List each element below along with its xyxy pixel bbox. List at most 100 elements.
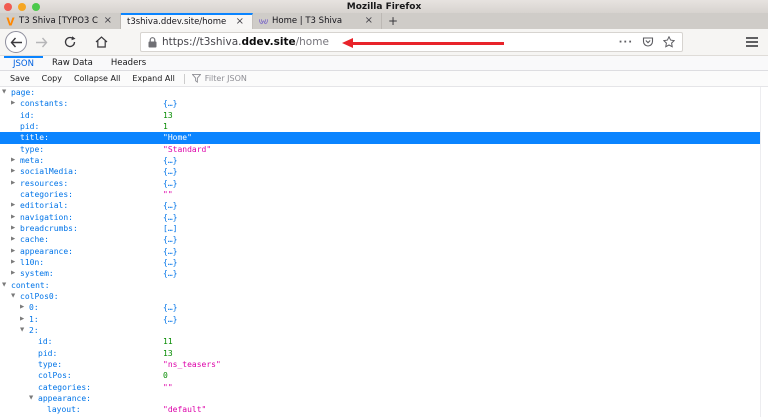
json-tree-row[interactable]: ▼ page: <box>0 87 768 98</box>
twisty-icon[interactable]: ▶ <box>11 246 15 258</box>
twisty-icon[interactable]: ▼ <box>2 87 6 99</box>
json-tree-row[interactable]: ▶ l10n: {…} <box>0 257 768 268</box>
json-tree-row[interactable]: ▶ breadcrumbs: […] <box>0 223 768 234</box>
twisty-icon[interactable]: ▶ <box>11 155 15 167</box>
twisty-icon[interactable]: ▶ <box>20 314 24 326</box>
reload-button[interactable] <box>59 31 81 53</box>
twisty-icon[interactable]: ▶ <box>11 178 15 190</box>
json-tree-row[interactable]: pid: 1 <box>0 121 768 132</box>
json-tree-row[interactable]: categories: "" <box>0 189 768 200</box>
json-tree-row[interactable]: ▼ colPos0: <box>0 291 768 302</box>
twisty-icon[interactable]: ▶ <box>11 98 15 110</box>
twisty-icon[interactable]: ▶ <box>11 212 15 224</box>
twisty-icon[interactable]: ▶ <box>11 200 15 212</box>
forward-arrow-icon <box>35 37 48 48</box>
tab-close-icon[interactable]: × <box>234 17 246 27</box>
json-tree-row[interactable]: type: "ns_teasers" <box>0 359 768 370</box>
json-value: {…} <box>163 268 177 280</box>
browser-tab-home-frontend[interactable]: Home | T3 Shiva × <box>253 13 382 29</box>
json-value: 13 <box>163 348 173 360</box>
json-tree-row[interactable]: title: "Home" <box>0 132 760 143</box>
json-tree-row[interactable]: id: 11 <box>0 336 768 347</box>
json-key: 2: <box>29 326 39 335</box>
json-tree-row[interactable]: ▶ cache: {…} <box>0 234 768 245</box>
twisty-icon[interactable]: ▶ <box>20 302 24 314</box>
json-tree-row[interactable]: categories: "" <box>0 382 768 393</box>
json-key: id: <box>38 337 52 346</box>
json-key: appearance: <box>20 247 73 256</box>
vertical-scrollbar[interactable] <box>760 87 768 417</box>
json-tree-row[interactable]: ▶ editorial: {…} <box>0 200 768 211</box>
json-value: {…} <box>163 200 177 212</box>
json-key: navigation: <box>20 213 73 222</box>
json-tree-row[interactable]: ▶ 0: {…} <box>0 302 768 313</box>
reload-icon <box>64 36 76 48</box>
pocket-icon[interactable] <box>642 36 654 48</box>
browser-tab-json-home[interactable]: t3shiva.ddev.site/home × <box>121 13 253 29</box>
twisty-icon[interactable]: ▼ <box>11 291 15 303</box>
tab-close-icon[interactable]: × <box>102 16 114 26</box>
twisty-icon[interactable]: ▼ <box>29 393 33 405</box>
json-tree-row[interactable]: ▼ content: <box>0 280 768 291</box>
json-tree-row[interactable]: ▶ resources: {…} <box>0 178 768 189</box>
json-tree-row[interactable]: type: "Standard" <box>0 144 768 155</box>
json-tree-row[interactable]: ▶ navigation: {…} <box>0 212 768 223</box>
twisty-icon[interactable]: ▶ <box>11 234 15 246</box>
json-tree-row[interactable]: ▶ appearance: {…} <box>0 246 768 257</box>
json-key: id: <box>20 111 34 120</box>
tab-title: Home | T3 Shiva <box>272 16 359 26</box>
json-tree-row[interactable]: ▶ socialMedia: {…} <box>0 166 768 177</box>
json-key: constants: <box>20 99 68 108</box>
json-value: "" <box>163 189 173 201</box>
json-tree-row[interactable]: ▶ meta: {…} <box>0 155 768 166</box>
json-tree-row[interactable]: pid: 13 <box>0 348 768 359</box>
browser-tab-typo3-backend[interactable]: T3 Shiva [TYPO3 CMS 10 × <box>0 13 121 29</box>
json-tree-row[interactable]: ▶ 1: {…} <box>0 314 768 325</box>
twisty-icon[interactable]: ▼ <box>2 280 6 292</box>
home-icon <box>95 36 108 48</box>
filter-json-input[interactable] <box>205 74 355 83</box>
page-actions-icon[interactable]: ··· <box>619 37 633 48</box>
t3shiva-favicon-icon <box>259 17 268 26</box>
save-button[interactable]: Save <box>4 74 36 83</box>
json-key: categories: <box>20 190 73 199</box>
new-tab-button[interactable]: + <box>382 13 404 29</box>
json-tree-row[interactable]: colPos: 0 <box>0 370 768 381</box>
tab-raw-data[interactable]: Raw Data <box>43 56 102 70</box>
json-tree-row[interactable]: ▼ 2: <box>0 325 768 336</box>
forward-button[interactable] <box>30 31 52 53</box>
json-tree-row[interactable]: ▶ system: {…} <box>0 268 768 279</box>
json-key: meta: <box>20 156 44 165</box>
json-value: {…} <box>163 314 177 326</box>
json-key: resources: <box>20 179 68 188</box>
tab-headers[interactable]: Headers <box>102 56 155 70</box>
json-tree-row[interactable]: ▶ constants: {…} <box>0 98 768 109</box>
json-key: editorial: <box>20 201 68 210</box>
home-button[interactable] <box>90 31 112 53</box>
json-tree-row[interactable]: layout: "default" <box>0 404 768 415</box>
json-key: type: <box>20 145 44 154</box>
tab-json[interactable]: JSON <box>4 56 43 70</box>
json-key: title: <box>20 133 49 142</box>
json-tree-row[interactable]: ▼ appearance: <box>0 393 768 404</box>
hamburger-menu-button[interactable] <box>742 32 762 52</box>
tab-title: t3shiva.ddev.site/home <box>127 17 230 27</box>
twisty-icon[interactable]: ▼ <box>20 325 24 337</box>
copy-button[interactable]: Copy <box>36 74 68 83</box>
json-value: "Home" <box>163 132 192 144</box>
json-key: cache: <box>20 235 49 244</box>
twisty-icon[interactable]: ▶ <box>11 257 15 269</box>
expand-all-button[interactable]: Expand All <box>126 74 180 83</box>
bookmark-star-icon[interactable] <box>663 36 675 48</box>
twisty-icon[interactable]: ▶ <box>11 166 15 178</box>
twisty-icon[interactable]: ▶ <box>11 223 15 235</box>
twisty-icon[interactable]: ▶ <box>11 268 15 280</box>
collapse-all-button[interactable]: Collapse All <box>68 74 126 83</box>
back-button[interactable] <box>5 31 27 53</box>
json-value: 11 <box>163 336 173 348</box>
json-key: 0: <box>29 303 39 312</box>
tab-close-icon[interactable]: × <box>363 16 375 26</box>
json-value: "" <box>163 382 173 394</box>
json-tree-row[interactable]: id: 13 <box>0 110 768 121</box>
json-key: type: <box>38 360 62 369</box>
